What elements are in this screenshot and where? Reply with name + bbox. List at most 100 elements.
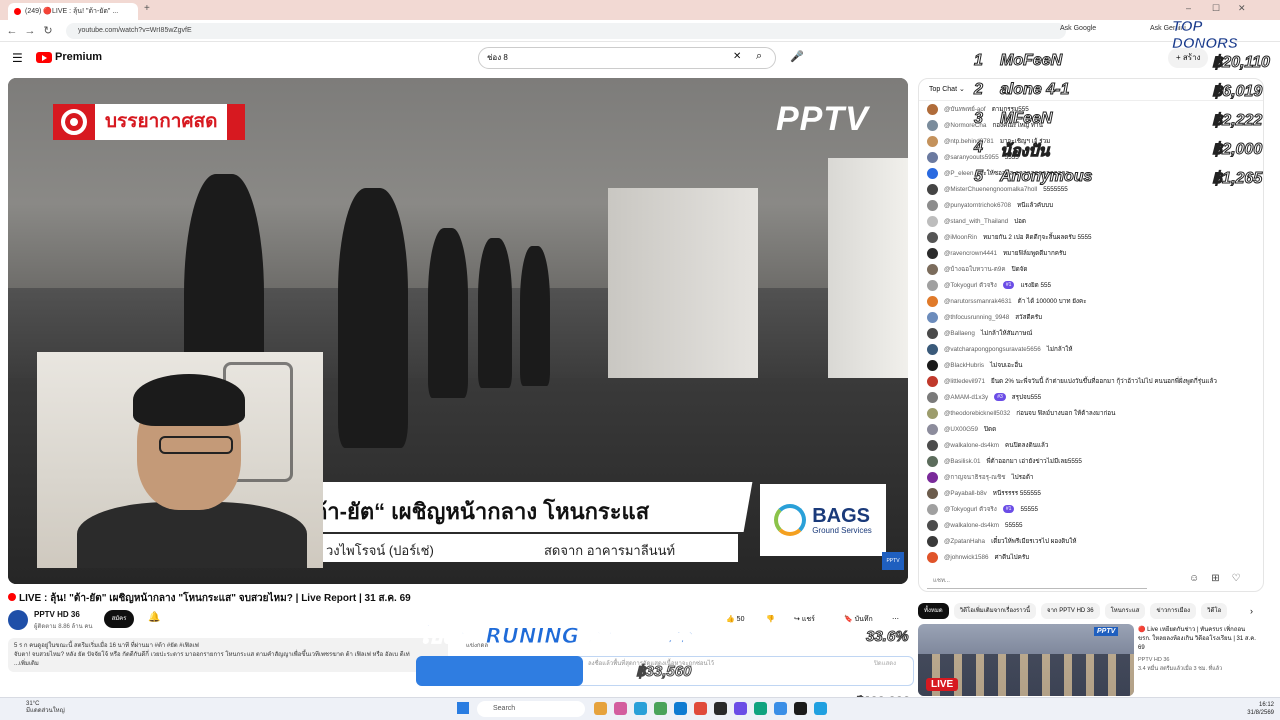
- chat-message[interactable]: @ravencrown4441 หมายฟิล์มพูดดีมากครับ: [927, 245, 1257, 261]
- system-clock[interactable]: 16:12 31/8/2569: [1228, 701, 1274, 717]
- chat-avatar[interactable]: [927, 215, 938, 227]
- app-icon[interactable]: [794, 702, 807, 715]
- channel-avatar[interactable]: [8, 610, 28, 630]
- share-button[interactable]: ↪ แชร์: [794, 612, 815, 628]
- chat-author[interactable]: @BlackHubris: [944, 362, 984, 369]
- app-icon[interactable]: [674, 702, 687, 715]
- chat-author[interactable]: @punyatorntrichok6708: [944, 202, 1011, 209]
- chat-author[interactable]: @theodorebicknell5032: [944, 410, 1010, 417]
- chat-message[interactable]: @punyatorntrichok6708 หนีแล้วคับบบ: [927, 197, 1257, 213]
- show-more-link[interactable]: ...เพิ่มเติม: [14, 660, 442, 669]
- chat-author[interactable]: @walkalone-ds4km: [944, 442, 999, 449]
- chat-avatar[interactable]: [927, 119, 938, 131]
- chat-message[interactable]: @littledevil971 ยืนด 2% นะพี่จวันนี้ ถ้าต…: [927, 373, 1257, 389]
- chat-message[interactable]: @vatcharapongpongsuravate5656 ไม่กล้าให้: [927, 341, 1257, 357]
- chat-message[interactable]: @theodorebicknell5032 ก่อนจบ ฟิลม์บางบอก …: [927, 405, 1257, 421]
- chat-author[interactable]: @thfocusrunning_9948: [944, 314, 1009, 321]
- chat-message[interactable]: @Basilisk.01 พี่ต้าออกมา เอ่ายังข่าวไม่มี…: [927, 453, 1257, 469]
- like-button[interactable]: 👍 50: [726, 612, 744, 628]
- app-icon[interactable]: [734, 702, 747, 715]
- chat-avatar[interactable]: [927, 183, 938, 195]
- chat-avatar[interactable]: [927, 391, 938, 403]
- chat-message[interactable]: @johnwick1586 ศาตีนไปครับ: [927, 549, 1257, 565]
- heart-icon[interactable]: ♡: [1232, 573, 1253, 584]
- filter-chip[interactable]: ข่าวการเมือง: [1150, 603, 1197, 619]
- new-tab-icon[interactable]: +: [144, 3, 150, 14]
- channel-name[interactable]: PPTV HD 36: [34, 610, 80, 619]
- close-window-icon[interactable]: ✕: [1238, 3, 1246, 14]
- chat-avatar[interactable]: [927, 423, 938, 435]
- chat-author[interactable]: @Tokyogurl ตัวจริง: [944, 280, 997, 290]
- related-title[interactable]: 🔴 Live เหยียดกันช่าว | ทันครบร เพิ่กถอน …: [1138, 626, 1258, 653]
- microphone-icon[interactable]: 🎤: [790, 50, 804, 63]
- chat-avatar[interactable]: [927, 551, 938, 563]
- dislike-button[interactable]: 👎: [766, 612, 775, 628]
- save-button[interactable]: 🔖 บันทึก: [844, 612, 873, 628]
- chat-avatar[interactable]: [927, 135, 938, 147]
- chat-avatar[interactable]: [927, 343, 938, 355]
- chat-avatar[interactable]: [927, 471, 938, 483]
- browser-tab[interactable]: (249) 🔴LIVE : ลุ้น! "ต้า-ยัต" ...: [8, 3, 138, 20]
- emoji-icon[interactable]: ☺: [1189, 573, 1211, 584]
- chat-avatar[interactable]: [927, 263, 938, 275]
- chat-avatar[interactable]: [927, 279, 938, 291]
- filter-chip[interactable]: วิดีโอ: [1201, 603, 1228, 619]
- chat-author[interactable]: @ZpatanHaha: [944, 538, 985, 545]
- chat-author[interactable]: @ravencrown4441: [944, 250, 997, 257]
- taskbar-search[interactable]: Search: [477, 701, 585, 717]
- weather-widget[interactable]: 31°C มีแดดส่วนใหญ่: [26, 701, 65, 715]
- forward-icon[interactable]: →: [22, 23, 38, 39]
- chat-avatar[interactable]: [927, 519, 938, 531]
- chat-message[interactable]: @Tokyogurl ตัวจริง #1 55555: [927, 501, 1257, 517]
- filter-chip[interactable]: ทั้งหมด: [918, 603, 949, 619]
- chat-message[interactable]: @Ballaeng ไม่กล้าให้สัมภาษณ์: [927, 325, 1257, 341]
- chrome-icon[interactable]: [694, 702, 707, 715]
- filter-chip[interactable]: วิดีโอเพิ่มเติมจากเรื่องราวนี้: [953, 603, 1037, 619]
- chat-avatar[interactable]: [927, 295, 938, 307]
- back-icon[interactable]: ←: [4, 23, 20, 39]
- chat-message[interactable]: @กาญจนาธิรอรุ-ณชิช ไปรอต้า: [927, 469, 1257, 485]
- chat-author[interactable]: @Basilisk.01: [944, 458, 981, 465]
- chat-message[interactable]: @Payaball-b8v หนีรรรรร 555555: [927, 485, 1257, 501]
- chat-message[interactable]: @ZpatanHaha เดี๋ยวให้พรีเมียรเวรไป ผองดิบ…: [927, 533, 1257, 549]
- chat-avatar[interactable]: [927, 439, 938, 451]
- chat-author[interactable]: @UX00G59: [944, 426, 978, 433]
- chat-message[interactable]: @BlackHubris ไม่จบเอะอื่น: [927, 357, 1257, 373]
- url-field[interactable]: youtube.com/watch?v=WrI85wZgvfE: [66, 23, 1066, 39]
- app-icon[interactable]: [774, 702, 787, 715]
- menu-icon[interactable]: ☰: [12, 51, 23, 65]
- chat-message[interactable]: @stand_with_Thailand ปอด: [927, 213, 1257, 229]
- chat-message[interactable]: @iMoonRin หมายกัน 2 เปอ คิดดีกุจะสิ้นผลดร…: [927, 229, 1257, 245]
- chat-author[interactable]: @บ้างฉอใบหวาน-ต9ค: [944, 264, 1006, 274]
- chat-avatar[interactable]: [927, 327, 938, 339]
- clear-search-icon[interactable]: ✕: [733, 51, 741, 62]
- chat-message[interactable]: @UX00G59 ปิดด: [927, 421, 1257, 437]
- chat-avatar[interactable]: [927, 407, 938, 419]
- chat-avatar[interactable]: [927, 103, 938, 115]
- minimize-icon[interactable]: –: [1186, 3, 1191, 13]
- chat-author[interactable]: @กาญจนาธิรอรุ-ณชิช: [944, 472, 1006, 482]
- chat-author[interactable]: @narutorssmanrak4631: [944, 298, 1012, 305]
- filter-chip[interactable]: โหนกระแส: [1104, 603, 1146, 619]
- related-channel[interactable]: PPTV HD 36: [1138, 656, 1258, 665]
- chat-author[interactable]: @iMoonRin: [944, 234, 977, 241]
- chat-message[interactable]: @walkalone-ds4km คนปิดลงดินแล้ว: [927, 437, 1257, 453]
- maximize-icon[interactable]: ☐: [1212, 3, 1220, 14]
- filter-chip[interactable]: จาก PPTV HD 36: [1041, 603, 1100, 619]
- chat-author[interactable]: @vatcharapongpongsuravate5656: [944, 346, 1041, 353]
- chat-author[interactable]: @Ballaeng: [944, 330, 975, 337]
- chat-avatar[interactable]: [927, 151, 938, 163]
- reload-icon[interactable]: ↻: [40, 23, 56, 39]
- chat-avatar[interactable]: [927, 311, 938, 323]
- app-icon[interactable]: [814, 702, 827, 715]
- chat-message[interactable]: @AMAM-d1x3y #3 สรุปจบ555: [927, 389, 1257, 405]
- chat-message[interactable]: @บ้างฉอใบหวาน-ต9ค ปิดจัด: [927, 261, 1257, 277]
- bell-icon[interactable]: 🔔: [148, 612, 160, 623]
- chat-avatar[interactable]: [927, 455, 938, 467]
- more-icon[interactable]: ⋯: [892, 612, 899, 628]
- search-icon[interactable]: ⌕: [756, 50, 762, 63]
- description-box[interactable]: 5 ร ก คนดูอยู่ในขณะนี้ สตรีมเริ่มเมื่อ 1…: [8, 638, 448, 672]
- app-icon[interactable]: [614, 702, 627, 715]
- chat-avatar[interactable]: [927, 167, 938, 179]
- chat-avatar[interactable]: [927, 487, 938, 499]
